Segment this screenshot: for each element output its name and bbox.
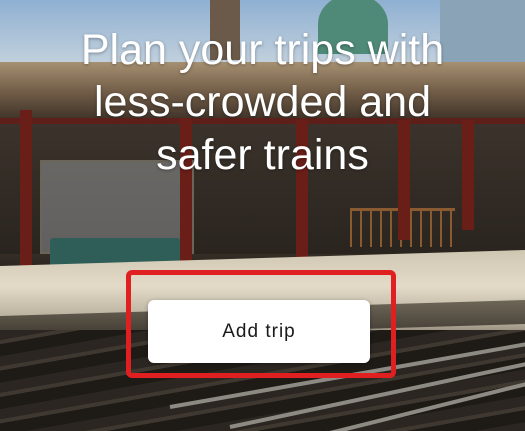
headline-line-2: less-crowded and (93, 78, 431, 127)
headline-line-1: Plan your trips with (80, 26, 445, 74)
hero-section: Plan your trips with less-crowded and sa… (0, 0, 525, 431)
headline-line-3: safer trains (156, 130, 369, 179)
add-trip-button[interactable]: Add trip (148, 300, 370, 363)
hero-headline: Plan your trips with less-crowded and sa… (0, 24, 525, 181)
